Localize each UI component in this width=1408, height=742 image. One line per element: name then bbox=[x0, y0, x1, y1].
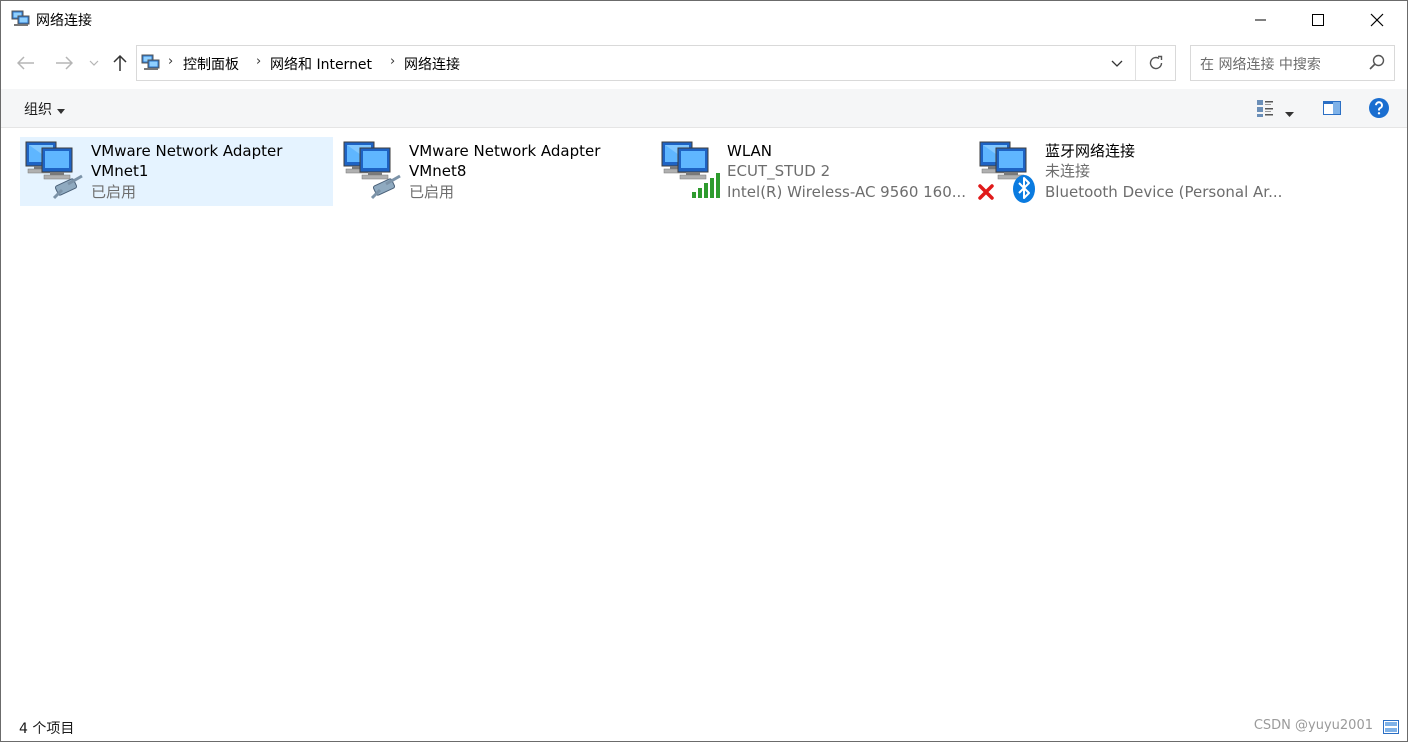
window-title: 网络连接 bbox=[36, 13, 92, 29]
change-view-button[interactable] bbox=[1255, 98, 1275, 118]
help-icon bbox=[1369, 98, 1389, 118]
network-connections-icon bbox=[11, 10, 31, 28]
view-options-caret[interactable] bbox=[1285, 102, 1294, 121]
network-connections-window: 网络连接 › 控制面板 › 网络和 Internet › 网络连接 在 网络连接… bbox=[0, 0, 1408, 742]
connections-list: VMware Network Adapter VMnet1 已启用 VMware… bbox=[1, 128, 1407, 708]
maximize-icon bbox=[1312, 14, 1324, 26]
close-icon bbox=[1370, 13, 1384, 27]
address-history-button[interactable] bbox=[1099, 46, 1135, 80]
details-view-icon bbox=[1257, 100, 1273, 117]
minimize-icon bbox=[1255, 19, 1266, 21]
command-bar: 组织 bbox=[1, 89, 1407, 128]
watermark-text: CSDN @yuyu2001 bbox=[1253, 718, 1373, 733]
control-panel-icon bbox=[141, 54, 161, 72]
preview-pane-icon bbox=[1323, 101, 1341, 115]
breadcrumb-network-connections[interactable]: 网络连接 bbox=[404, 54, 460, 74]
recent-locations-button[interactable] bbox=[84, 51, 104, 75]
arrow-up-icon bbox=[113, 54, 127, 71]
search-box[interactable]: 在 网络连接 中搜索 bbox=[1190, 45, 1395, 81]
large-icons-view-icon[interactable] bbox=[1383, 719, 1399, 734]
search-icon[interactable] bbox=[1368, 54, 1386, 72]
arrow-left-icon bbox=[17, 56, 34, 70]
connection-network-name: ECUT_STUD 2 bbox=[727, 162, 831, 180]
connection-name: VMware Network Adapter bbox=[91, 142, 283, 160]
connection-item-vmnet8[interactable]: VMware Network Adapter VMnet8 已启用 bbox=[338, 137, 651, 206]
chevron-down-icon bbox=[1111, 60, 1123, 67]
help-button[interactable] bbox=[1368, 97, 1390, 119]
connection-device-name: Intel(R) Wireless-AC 9560 160... bbox=[727, 183, 967, 201]
wifi-signal-icon bbox=[660, 140, 724, 204]
breadcrumb-separator-icon[interactable]: › bbox=[256, 54, 261, 69]
chevron-down-icon bbox=[89, 60, 99, 66]
caret-down-icon bbox=[57, 102, 65, 118]
connection-status: 已启用 bbox=[91, 183, 137, 201]
breadcrumb-separator-icon[interactable]: › bbox=[390, 54, 395, 69]
connection-item-bluetooth[interactable]: 蓝牙网络连接 未连接 Bluetooth Device (Personal Ar… bbox=[974, 137, 1287, 206]
network-cable-icon bbox=[24, 140, 88, 204]
status-bar: 4 个项目 CSDN @yuyu2001 bbox=[1, 713, 1407, 741]
close-button[interactable] bbox=[1354, 1, 1400, 39]
minimize-button[interactable] bbox=[1238, 1, 1284, 39]
refresh-icon bbox=[1149, 55, 1163, 70]
arrow-right-icon bbox=[56, 56, 73, 70]
breadcrumb-control-panel[interactable]: 控制面板 bbox=[183, 54, 239, 74]
breadcrumb-separator-icon[interactable]: › bbox=[168, 54, 173, 69]
maximize-button[interactable] bbox=[1295, 1, 1341, 39]
connection-adapter-name: VMnet8 bbox=[409, 162, 467, 180]
connection-status: 未连接 bbox=[1045, 162, 1091, 180]
search-input[interactable]: 在 网络连接 中搜索 bbox=[1200, 54, 1321, 74]
connection-adapter-name: VMnet1 bbox=[91, 162, 149, 180]
connection-name: 蓝牙网络连接 bbox=[1045, 142, 1136, 160]
connection-item-vmnet1[interactable]: VMware Network Adapter VMnet1 已启用 bbox=[20, 137, 333, 206]
connection-status: 已启用 bbox=[409, 183, 455, 201]
title-bar: 网络连接 bbox=[1, 1, 1407, 39]
caret-down-icon bbox=[1285, 112, 1294, 117]
organize-button[interactable]: 组织 bbox=[24, 99, 65, 119]
forward-button[interactable] bbox=[52, 51, 76, 75]
navigation-bar: › 控制面板 › 网络和 Internet › 网络连接 在 网络连接 中搜索 bbox=[1, 39, 1407, 89]
address-bar[interactable]: › 控制面板 › 网络和 Internet › 网络连接 bbox=[136, 45, 1176, 81]
connection-item-wlan[interactable]: WLAN ECUT_STUD 2 Intel(R) Wireless-AC 95… bbox=[656, 137, 969, 206]
item-count: 4 个项目 bbox=[19, 721, 75, 737]
refresh-button[interactable] bbox=[1135, 46, 1176, 80]
network-cable-icon bbox=[342, 140, 406, 204]
connection-device-name: Bluetooth Device (Personal Ar... bbox=[1045, 183, 1283, 201]
bluetooth-icon bbox=[978, 140, 1042, 204]
up-button[interactable] bbox=[108, 51, 132, 75]
breadcrumb-network-internet[interactable]: 网络和 Internet bbox=[270, 54, 372, 74]
preview-pane-button[interactable] bbox=[1322, 98, 1342, 118]
connection-name: WLAN bbox=[727, 142, 773, 160]
connection-name: VMware Network Adapter bbox=[409, 142, 601, 160]
organize-label: 组织 bbox=[24, 102, 52, 118]
back-button[interactable] bbox=[14, 51, 38, 75]
